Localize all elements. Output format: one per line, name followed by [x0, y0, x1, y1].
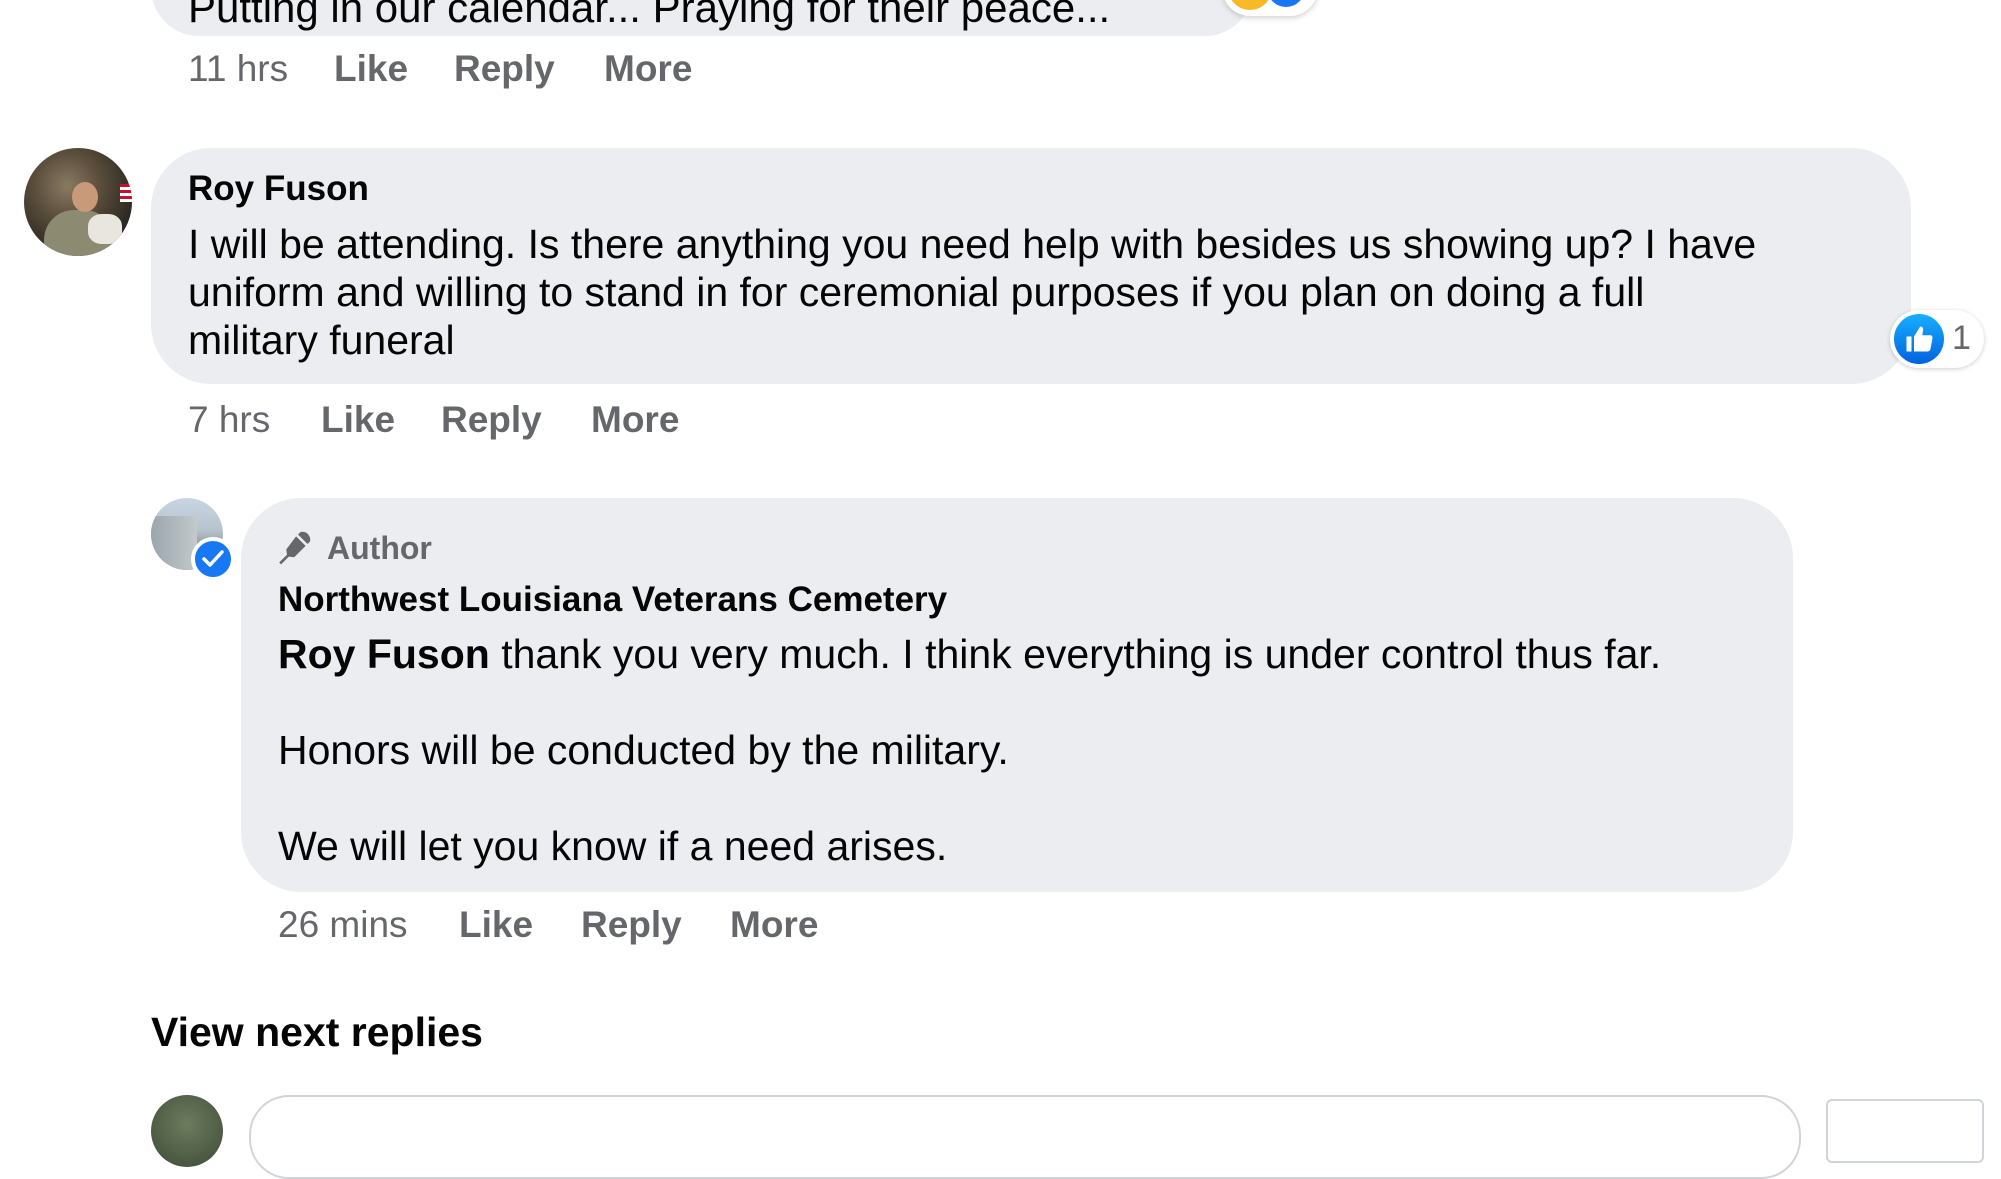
like-button[interactable]: Like [459, 904, 533, 946]
previous-comment-actions: 11 hrs Like Reply More [188, 48, 788, 92]
care-reaction-icon [1228, 0, 1272, 10]
comment-timestamp: 11 hrs [188, 48, 289, 89]
like-button[interactable]: Like [321, 399, 395, 441]
like-thumb-icon [1894, 314, 1944, 364]
reply-text: thank you very much. I think everything … [489, 631, 1662, 677]
reply-text-line: Roy Fuson thank you very much. I think e… [278, 630, 1661, 678]
current-user-avatar [151, 1095, 223, 1167]
comment-bubble: Roy Fuson I will be attending. Is there … [151, 148, 1911, 384]
reply-text-line: Honors will be conducted by the military… [278, 727, 1009, 773]
previous-comment-text: Putting in our calendar... Praying for t… [188, 0, 1111, 31]
verified-check-icon [191, 537, 235, 581]
reaction-count: 1 [1952, 319, 1971, 357]
comment-text: I will be attending. Is there anything y… [188, 220, 1888, 364]
reply-button[interactable]: Reply [581, 904, 682, 946]
avatar[interactable] [24, 148, 132, 256]
comment-timestamp: 7 hrs [188, 399, 271, 440]
reply-button[interactable]: Reply [441, 399, 542, 441]
previous-comment-bubble: Putting in our calendar... Praying for t… [151, 0, 1253, 36]
reply-text-line: We will let you know if a need arises. [278, 823, 948, 869]
more-button[interactable]: More [604, 48, 692, 90]
reply-timestamp: 26 mins [278, 904, 408, 945]
reply-button[interactable]: Reply [454, 48, 555, 90]
mention-link[interactable]: Roy Fuson [278, 631, 490, 677]
more-button[interactable]: More [730, 904, 818, 946]
view-next-replies-link[interactable]: View next replies [151, 1009, 483, 1056]
comment-input[interactable] [249, 1095, 1801, 1179]
comment-actions: 7 hrs Like Reply More [188, 399, 788, 443]
like-button[interactable]: Like [334, 48, 408, 90]
comment-text-line: military funeral [188, 317, 455, 363]
reaction-count-badge[interactable]: 1 [1890, 310, 1984, 368]
reply-actions: 26 mins Like Reply More [278, 904, 918, 948]
reply-bubble: Author Northwest Louisiana Veterans Ceme… [241, 498, 1793, 892]
like-reaction-icon [1264, 0, 1308, 10]
more-button[interactable]: More [591, 399, 679, 441]
microphone-icon [276, 528, 316, 568]
comment-author-name[interactable]: Roy Fuson [188, 169, 369, 209]
reply-author-name[interactable]: Northwest Louisiana Veterans Cemetery [278, 580, 947, 620]
author-badge-label: Author [327, 530, 432, 566]
attachment-button[interactable] [1826, 1099, 1984, 1163]
comment-text-line: uniform and willing to stand in for cere… [188, 269, 1645, 315]
comment-text-line: I will be attending. Is there anything y… [188, 221, 1757, 267]
